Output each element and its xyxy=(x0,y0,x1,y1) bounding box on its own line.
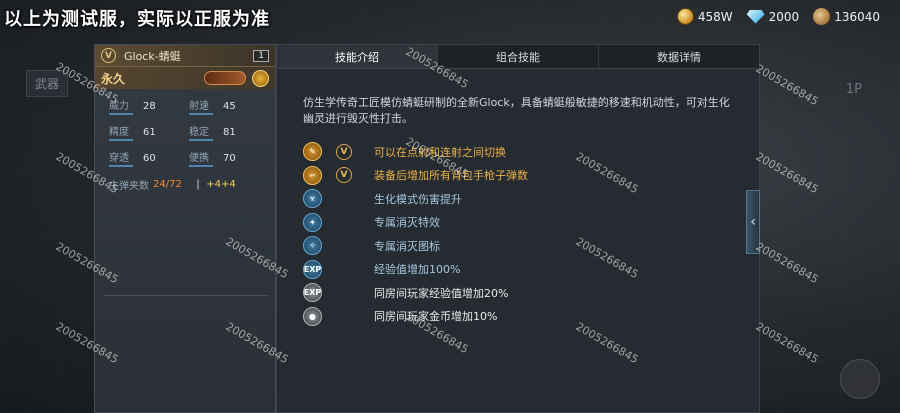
stat-power: 威力 28 xyxy=(109,97,181,115)
skill-text: 专属消灭图标 xyxy=(374,239,440,253)
ammo-row: 主弹夹数 24/72 ❘ +4+4 xyxy=(109,177,261,192)
bullet-icon: ❘ xyxy=(193,179,203,190)
tab-data-details[interactable]: 数据详情 xyxy=(599,45,759,68)
kill-effect-icon: ✦ xyxy=(303,212,322,232)
currency-medal-value: 136040 xyxy=(834,9,880,24)
weapon-stats: 威力 28 射速 45 精度 61 稳定 81 穿透 60 便携 70 主弹夹数… xyxy=(95,89,275,192)
skill-item: ✦ 专属消灭特效 xyxy=(303,211,528,235)
weapon-duration-row: 永久 xyxy=(95,67,275,89)
stat-fire-rate: 射速 45 xyxy=(189,97,261,115)
weapon-description: 仿生学传奇工匠模仿蜻蜓研制的全新Glock，具备蜻蜓般敏捷的移速和机动性，可对生… xyxy=(303,96,730,125)
skill-text: 专属消灭特效 xyxy=(374,216,440,230)
currency-bar: 458W 2000 136040 xyxy=(676,8,880,25)
weapon-name: Glock-蜻蜓 xyxy=(124,49,181,63)
skill-list: ✎ V 可以在点射和连射之间切换 ⌐ V 装备后增加所有背包手枪子弹数 ☣ 生化… xyxy=(303,140,528,328)
stat-accuracy: 精度 61 xyxy=(109,123,181,141)
stat-stability: 稳定 81 xyxy=(189,123,261,141)
skill-item: ✧ 专属消灭图标 xyxy=(303,234,528,258)
currency-diamond: 2000 xyxy=(746,9,800,24)
skill-text: 生化模式伤害提升 xyxy=(374,192,462,206)
weapon-info-panel: V Glock-蜻蜓 1 永久 威力 28 射速 45 精度 61 稳定 81 xyxy=(94,44,276,413)
currency-gold-value: 458W xyxy=(697,9,733,24)
exp-icon: EXP xyxy=(303,259,322,279)
tab-combo-skills[interactable]: 组合技能 xyxy=(438,45,599,68)
medal-icon xyxy=(813,8,831,25)
kill-mark-icon: ✧ xyxy=(303,236,322,256)
vip-v-icon: V xyxy=(101,48,116,63)
stat-penetration: 穿透 60 xyxy=(109,149,181,167)
weapon-title-bar: V Glock-蜻蜓 1 xyxy=(95,45,275,67)
vip-v-icon: V xyxy=(336,143,352,160)
weapon-count-badge: 1 xyxy=(253,49,269,62)
skill-text: 同房间玩家经验值增加20% xyxy=(374,286,509,300)
background-1p-label: 1P xyxy=(845,82,862,97)
skill-text: 经验值增加100% xyxy=(374,263,461,277)
currency-gold: 458W xyxy=(676,8,733,25)
vip-v-icon: V xyxy=(336,167,352,184)
panel-divider xyxy=(103,295,267,296)
skill-item: ☣ 生化模式伤害提升 xyxy=(303,187,528,211)
weapon-grade-icon[interactable] xyxy=(252,69,269,87)
pistol-ammo-icon: ⌐ xyxy=(303,165,322,185)
weapon-duration: 永久 xyxy=(101,71,126,86)
room-gold-icon: ● xyxy=(303,306,322,326)
skill-item: EXP 经验值增加100% xyxy=(303,258,528,282)
skill-text: 同房间玩家金币增加10% xyxy=(374,310,498,324)
currency-medal: 136040 xyxy=(813,8,880,25)
test-server-notice: 以上为测试服，实际以正服为准 xyxy=(4,9,270,30)
chevron-left-icon: ‹ xyxy=(750,214,756,230)
ammo-bonus: +4+4 xyxy=(206,179,236,190)
weapon-detail-panel: 技能介绍 组合技能 数据详情 仿生学传奇工匠模仿蜻蜓研制的全新Glock，具备蜻… xyxy=(276,44,760,413)
room-exp-icon: EXP xyxy=(303,283,322,303)
skill-item: ⌐ V 装备后增加所有背包手枪子弹数 xyxy=(303,164,528,188)
biohazard-damage-icon: ☣ xyxy=(303,189,322,209)
fire-action-button[interactable] xyxy=(840,359,880,399)
gold-coin-icon xyxy=(676,8,694,25)
detail-tabs: 技能介绍 组合技能 数据详情 xyxy=(277,45,759,69)
rank-badge-icon xyxy=(204,71,246,85)
skill-item: EXP 同房间玩家经验值增加20% xyxy=(303,281,528,305)
stat-portability: 便携 70 xyxy=(189,149,261,167)
currency-diamond-value: 2000 xyxy=(768,9,800,24)
ammo-value: 24/72 xyxy=(153,179,182,190)
fire-mode-icon: ✎ xyxy=(303,142,322,162)
diamond-icon xyxy=(746,9,765,24)
